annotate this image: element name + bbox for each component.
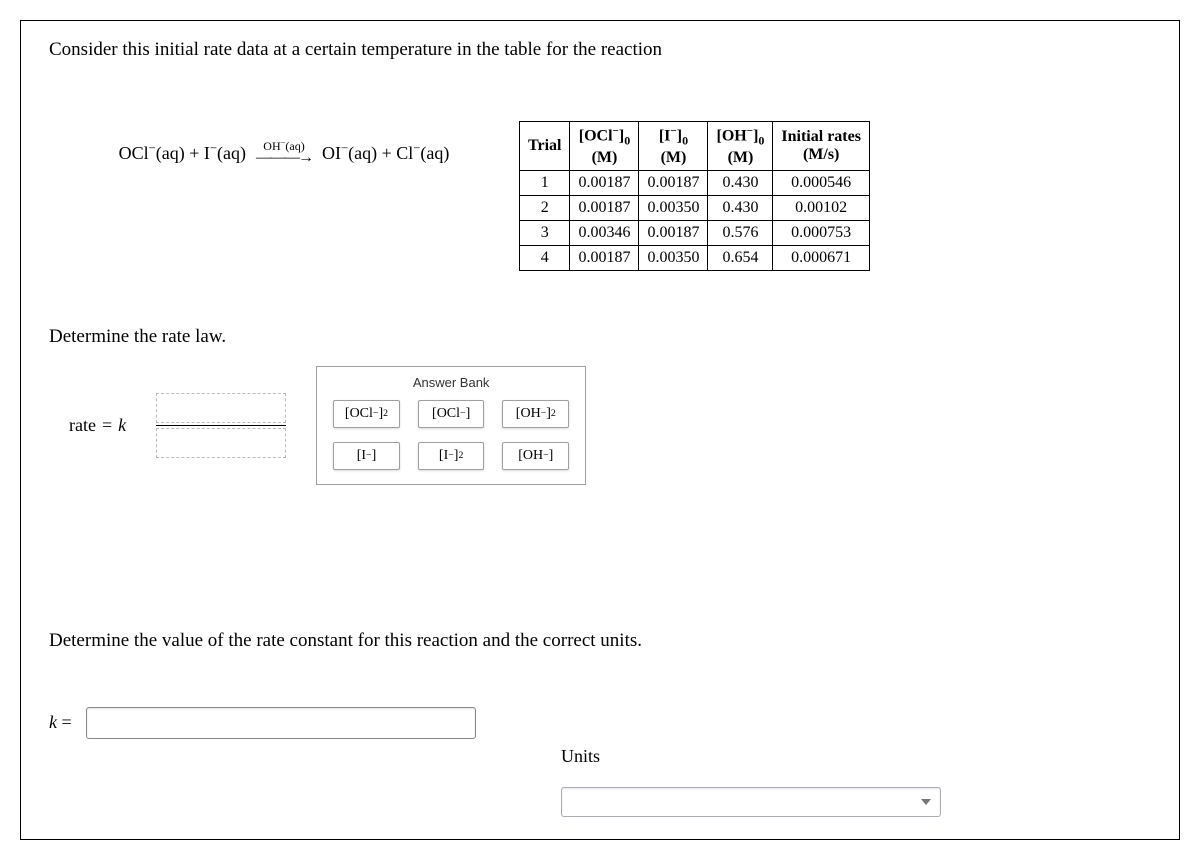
denominator-drop-slot[interactable] bbox=[156, 428, 286, 458]
rate-constant-section: Determine the value of the rate constant… bbox=[49, 630, 1151, 739]
rate-equation-lhs: rate = k bbox=[69, 415, 126, 436]
tile-ocl[interactable]: [OCl−] bbox=[418, 400, 485, 428]
k-value-input[interactable] bbox=[86, 707, 476, 739]
k-equals-label: k = bbox=[49, 712, 72, 733]
eqn-lhs: OCl−(aq) + I−(aq) bbox=[119, 141, 246, 164]
rate-fraction-slots bbox=[156, 393, 286, 458]
rate-constant-prompt: Determine the value of the rate constant… bbox=[49, 630, 1151, 652]
table-row: 1 0.00187 0.00187 0.430 0.000546 bbox=[520, 170, 870, 195]
tile-i-sq[interactable]: [I−]2 bbox=[418, 442, 485, 470]
col-trial: Trial bbox=[520, 122, 570, 171]
col-i: [I−]0 (M) bbox=[639, 122, 708, 171]
arrow-icon: ———→ bbox=[256, 150, 312, 166]
tile-oh[interactable]: [OH−] bbox=[502, 442, 569, 470]
reaction-equation: OCl−(aq) + I−(aq) OH−(aq) ———→ OI−(aq) +… bbox=[49, 121, 489, 166]
table-row: 4 0.00187 0.00350 0.654 0.000671 bbox=[520, 245, 870, 270]
answer-bank-title: Answer Bank bbox=[333, 367, 569, 400]
numerator-drop-slot[interactable] bbox=[156, 393, 286, 423]
col-rate: Initial rates (M/s) bbox=[773, 122, 870, 171]
fraction-bar bbox=[156, 425, 286, 426]
table-row: 3 0.00346 0.00187 0.576 0.000753 bbox=[520, 220, 870, 245]
reaction-arrow: OH−(aq) ———→ bbox=[256, 139, 312, 166]
top-row: OCl−(aq) + I−(aq) OH−(aq) ———→ OI−(aq) +… bbox=[49, 121, 1151, 271]
question-panel: Consider this initial rate data at a cer… bbox=[20, 20, 1180, 840]
tile-oh-sq[interactable]: [OH−]2 bbox=[502, 400, 569, 428]
rate-law-section: Determine the rate law. rate = k Answer … bbox=[49, 326, 1151, 485]
units-select[interactable] bbox=[561, 787, 941, 817]
rate-data-table: Trial [OCl−]0 (M) [I−]0 (M) [OH−]0 (M) bbox=[519, 121, 870, 271]
intro-text: Consider this initial rate data at a cer… bbox=[49, 39, 1151, 61]
tile-i[interactable]: [I−] bbox=[333, 442, 400, 470]
tile-ocl-sq[interactable]: [OCl−]2 bbox=[333, 400, 400, 428]
eqn-rhs: OI−(aq) + Cl−(aq) bbox=[322, 141, 449, 164]
col-oh: [OH−]0 (M) bbox=[708, 122, 773, 171]
rate-law-prompt: Determine the rate law. bbox=[49, 326, 1151, 348]
col-ocl: [OCl−]0 (M) bbox=[570, 122, 639, 171]
units-block: Units bbox=[561, 746, 1121, 817]
units-label: Units bbox=[561, 746, 1121, 767]
answer-bank: Answer Bank [OCl−]2 [OCl−] [OH−]2 [I−] [… bbox=[316, 366, 586, 485]
table-row: 2 0.00187 0.00350 0.430 0.00102 bbox=[520, 195, 870, 220]
